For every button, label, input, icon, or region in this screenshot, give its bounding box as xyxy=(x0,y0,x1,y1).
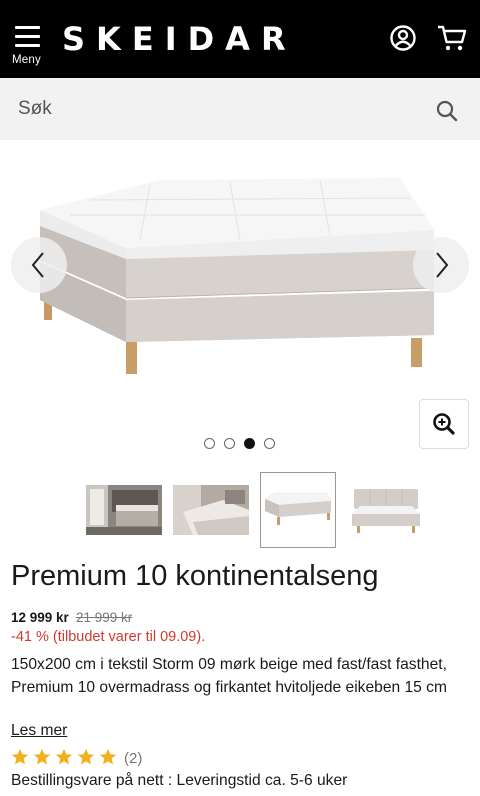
discount-text: -41 % (tilbudet varer til 09.09). xyxy=(11,629,206,645)
delivery-info: Bestillingsvare på nett : Leveringstid c… xyxy=(11,772,348,789)
search-button[interactable] xyxy=(435,99,459,123)
bed-with-headboard-thumbnail[interactable] xyxy=(348,472,424,548)
star-icon xyxy=(11,748,29,765)
previous-image-button[interactable] xyxy=(11,237,67,293)
shopping-cart-icon xyxy=(438,25,467,51)
product-description: 150x200 cm i tekstil Storm 09 mørk beige… xyxy=(11,656,447,696)
bedroom-scene-thumbnail[interactable] xyxy=(173,472,249,548)
chevron-left-icon xyxy=(31,252,44,278)
gallery-dot[interactable] xyxy=(204,438,215,449)
next-image-button[interactable] xyxy=(413,237,469,293)
gallery-dot[interactable] xyxy=(264,438,275,449)
search-input[interactable] xyxy=(0,78,420,140)
menu-button[interactable]: Meny xyxy=(12,24,46,70)
account-button[interactable] xyxy=(389,24,419,54)
menu-label: Meny xyxy=(12,54,41,66)
skeidar-logo[interactable]: SKEIDAR xyxy=(62,20,297,58)
product-image[interactable] xyxy=(30,170,450,375)
gallery-dot[interactable] xyxy=(224,438,235,449)
site-header: Meny SKEIDAR xyxy=(0,0,480,78)
gallery-dot-active[interactable] xyxy=(244,438,255,449)
zoom-in-icon xyxy=(433,413,455,435)
continental-bed-thumbnail[interactable] xyxy=(260,472,336,548)
read-more-link[interactable]: Les mer xyxy=(11,722,67,740)
star-icon xyxy=(33,748,51,765)
room-bed-thumbnail[interactable] xyxy=(86,472,162,548)
hamburger-icon xyxy=(15,26,40,48)
user-icon xyxy=(390,25,416,51)
zoom-button[interactable] xyxy=(419,399,469,449)
current-price: 12 999 kr xyxy=(11,610,69,625)
star-icon xyxy=(55,748,73,765)
search-bar xyxy=(0,78,480,140)
original-price: 21 999 kr xyxy=(76,610,133,625)
cart-button[interactable] xyxy=(437,24,467,54)
star-icon xyxy=(99,748,117,765)
review-count[interactable]: (2) xyxy=(124,750,142,767)
chevron-right-icon xyxy=(436,252,449,278)
product-image-gallery xyxy=(0,140,480,460)
product-title: Premium 10 kontinentalseng xyxy=(11,560,379,592)
star-icon xyxy=(77,748,95,765)
search-icon xyxy=(436,100,458,122)
